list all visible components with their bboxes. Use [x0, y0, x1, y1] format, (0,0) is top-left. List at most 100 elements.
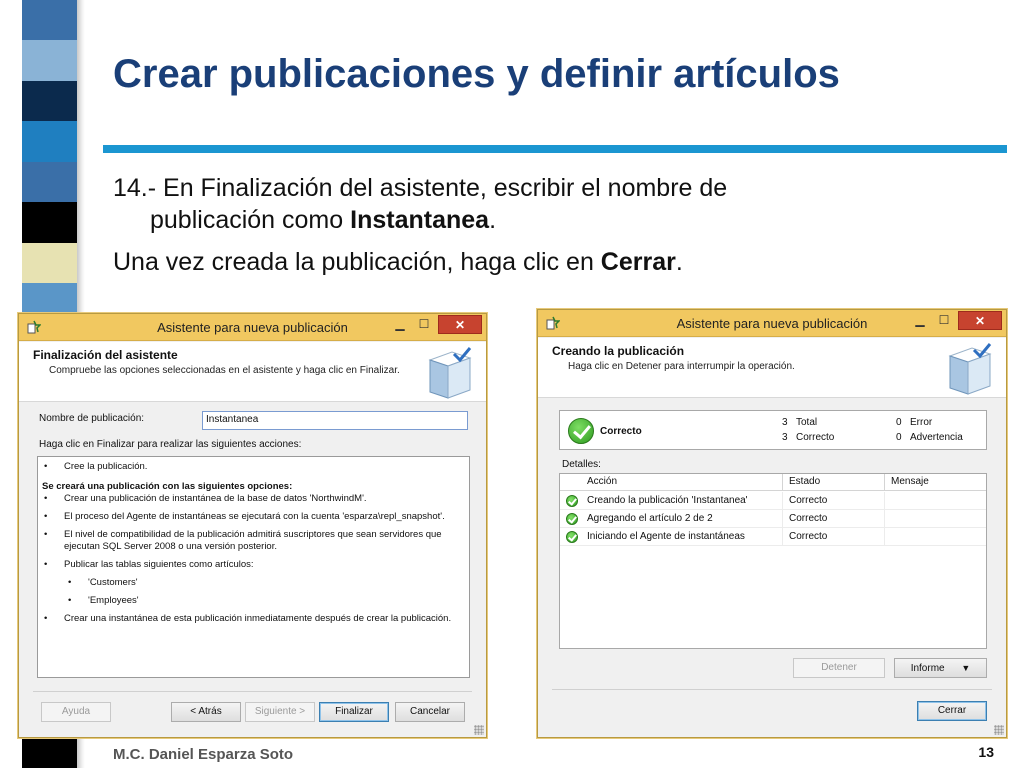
wizard-book-icon	[428, 347, 472, 399]
cell-divider	[782, 492, 783, 510]
summary-textbox[interactable]: Cree la publicación. Se creará una publi…	[37, 456, 470, 678]
page-title: Creando la publicación	[552, 344, 685, 358]
summary-item-create: Cree la publicación.	[42, 461, 465, 473]
back-button[interactable]: < Atrás	[171, 702, 241, 722]
row-action: Iniciando el Agente de instantáneas	[587, 531, 745, 542]
stop-button[interactable]: Detener	[793, 658, 885, 678]
wizard-progress-dialog: Asistente para nueva publicación ▁ ☐ ✕ C…	[537, 309, 1007, 738]
close-instruction: Una vez creada la publicación, haga clic…	[113, 248, 683, 276]
success-label: Correcto	[796, 432, 835, 443]
button-bar-separator	[33, 691, 472, 692]
slide-title: Crear publicaciones y definir artículos	[113, 52, 840, 96]
close-window-button[interactable]: ✕	[958, 311, 1002, 330]
wizard-book-icon	[948, 343, 992, 395]
publication-name-label: Nombre de publicación:	[39, 413, 145, 424]
close-button[interactable]: Cerrar	[917, 701, 987, 721]
page-subtitle: Haga clic en Detener para interrumpir la…	[568, 361, 795, 372]
column-header-message[interactable]: Mensaje	[891, 476, 929, 487]
row-state: Correcto	[789, 513, 828, 524]
resize-grip[interactable]	[994, 725, 1004, 735]
column-divider	[782, 474, 783, 491]
actions-label: Haga clic en Finalizar para realizar las…	[39, 439, 302, 450]
page-subtitle: Compruebe las opciones seleccionadas en …	[49, 365, 400, 376]
status-summary-panel: Correcto 3 Total 3 Correcto 0 Error 0 Ad…	[559, 410, 987, 450]
wizard-page-header: Finalización del asistente Compruebe las…	[19, 342, 486, 402]
stripe-block	[22, 40, 77, 82]
summary-item-compat: El nivel de compatibilidad de la publica…	[42, 529, 465, 553]
dropdown-arrow-icon: ▼	[961, 663, 971, 673]
summary-item-agent-account: El proceso del Agente de instantáneas se…	[42, 511, 465, 523]
dialog-titlebar[interactable]: Asistente para nueva publicación ▁ ☐ ✕	[19, 314, 486, 341]
wizard-page-header: Creando la publicación Haga clic en Dete…	[538, 338, 1006, 398]
cell-divider	[782, 528, 783, 546]
warning-count: 0	[896, 432, 902, 443]
close-emphasis: Cerrar	[600, 248, 676, 276]
warning-label: Advertencia	[910, 432, 963, 443]
column-divider	[884, 474, 885, 491]
page-number: 13	[978, 744, 994, 760]
step-instruction-line1: 14.- En Finalización del asistente, escr…	[113, 174, 728, 202]
cell-divider	[884, 510, 885, 528]
stop-button-label: Detener	[821, 662, 857, 673]
stripe-block	[22, 161, 77, 204]
success-count: 3	[782, 432, 788, 443]
row-success-icon	[566, 513, 578, 525]
resize-grip[interactable]	[474, 725, 484, 735]
step-instruction-line2: publicación como Instantanea.	[150, 206, 497, 234]
stripe-block	[22, 80, 77, 123]
details-grid[interactable]: Acción Estado Mensaje Creando la publica…	[559, 473, 987, 649]
cell-divider	[782, 510, 783, 528]
dialog-titlebar[interactable]: Asistente para nueva publicación ▁ ☐ ✕	[538, 310, 1006, 337]
report-button[interactable]: Informe ▼	[894, 658, 987, 678]
row-action: Agregando el artículo 2 de 2	[587, 513, 713, 524]
table-row[interactable]: Iniciando el Agente de instantáneas Corr…	[560, 528, 986, 546]
summary-item-publish-tables: Publicar las tablas siguientes como artí…	[42, 559, 465, 571]
stripe-block	[22, 202, 77, 244]
error-label: Error	[910, 417, 933, 428]
stripe-block	[22, 242, 77, 284]
details-label: Detalles:	[562, 459, 601, 470]
summary-table-customers: 'Customers'	[42, 577, 465, 589]
column-header-state[interactable]: Estado	[789, 476, 820, 487]
row-success-icon	[566, 495, 578, 507]
button-bar-separator	[552, 689, 992, 690]
grid-header: Acción Estado Mensaje	[560, 474, 986, 491]
next-button[interactable]: Siguiente >	[245, 702, 315, 722]
table-row[interactable]: Agregando el artículo 2 de 2 Correcto	[560, 510, 986, 528]
minimize-button[interactable]: ▁	[908, 311, 932, 330]
row-success-icon	[566, 531, 578, 543]
maximize-button[interactable]: ☐	[412, 315, 436, 334]
error-count: 0	[896, 417, 902, 428]
summary-item-create-snapshot: Crear una instantánea de esta publicació…	[42, 613, 465, 625]
stripe-block	[22, 0, 77, 42]
title-divider	[103, 145, 1007, 153]
cell-divider	[884, 492, 885, 510]
total-count: 3	[782, 417, 788, 428]
status-label: Correcto	[600, 426, 642, 437]
table-row[interactable]: Creando la publicación 'Instantanea' Cor…	[560, 492, 986, 510]
row-state: Correcto	[789, 531, 828, 542]
publication-name-input[interactable]: Instantanea	[202, 411, 468, 430]
help-button[interactable]: Ayuda	[41, 702, 111, 722]
publication-name-emphasis: Instantanea	[350, 206, 490, 234]
slide-body: 14.- En Finalización del asistente, escr…	[113, 172, 727, 278]
summary-table-employees: 'Employees'	[42, 595, 465, 607]
row-state: Correcto	[789, 495, 828, 506]
cancel-button[interactable]: Cancelar	[395, 702, 465, 722]
row-action: Creando la publicación 'Instantanea'	[587, 495, 748, 506]
cell-divider	[884, 528, 885, 546]
success-check-icon	[568, 418, 594, 444]
minimize-button[interactable]: ▁	[388, 315, 412, 334]
finish-button[interactable]: Finalizar	[319, 702, 389, 722]
stripe-block	[22, 121, 77, 163]
summary-item-snapshot-db: Crear una publicación de instantánea de …	[42, 493, 465, 505]
page-title: Finalización del asistente	[33, 348, 178, 362]
close-window-button[interactable]: ✕	[438, 315, 482, 334]
column-header-action[interactable]: Acción	[587, 476, 617, 487]
maximize-button[interactable]: ☐	[932, 311, 956, 330]
footer-author: M.C. Daniel Esparza Soto	[113, 746, 294, 763]
report-button-label: Informe	[910, 663, 945, 674]
total-label: Total	[796, 417, 818, 428]
summary-options-heading: Se creará una publicación con las siguie…	[42, 481, 293, 492]
wizard-finish-dialog: Asistente para nueva publicación ▁ ☐ ✕ F…	[18, 313, 487, 738]
